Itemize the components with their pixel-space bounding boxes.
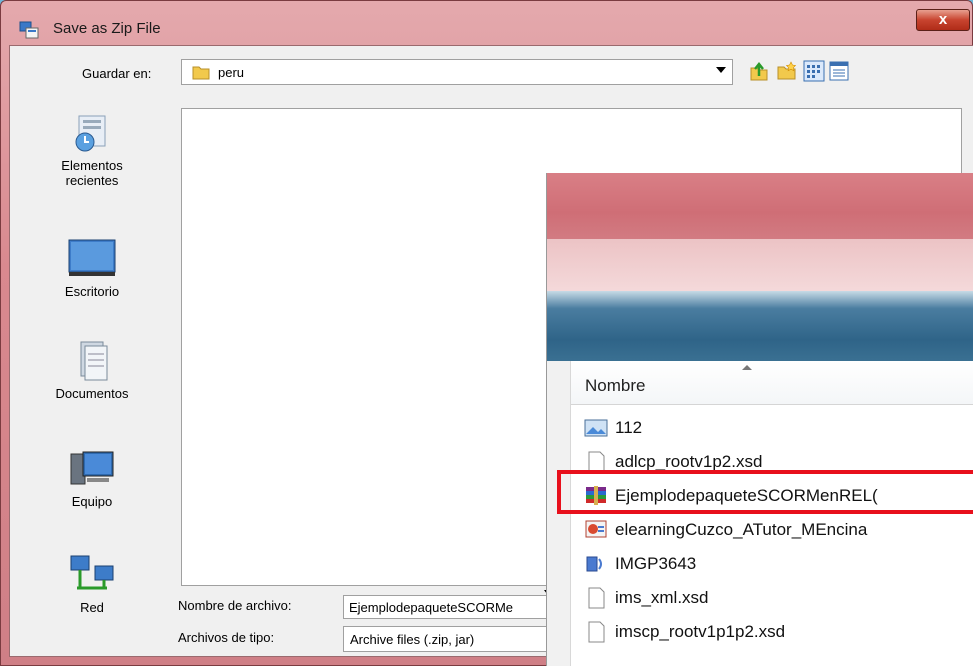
list-item[interactable]: ims_xml.xsd [571,581,973,615]
filename-input[interactable]: EjemplodepaqueteSCORMe [343,595,553,619]
folder-icon [192,66,210,80]
overlay-title-band [547,173,973,239]
place-documents-label: Documentos [55,386,129,401]
list-item[interactable]: elearningCuzco_ATutor_MEncina [571,513,973,547]
overlay-menu-band [547,239,973,291]
close-button[interactable]: x [916,9,970,31]
place-desktop-label: Escritorio [64,284,120,299]
place-documents[interactable]: Documentos [10,338,174,401]
places-bar: Elementos recientes Escritorio Documento… [10,98,174,658]
computer-icon [70,451,114,485]
file-name: adlcp_rootv1p2.xsd [615,452,763,471]
title-bar[interactable]: Save as Zip File x [1,1,973,45]
place-recent-label-1: Elementos [61,158,123,173]
filetype-label: Archivos de tipo: [178,630,275,645]
list-item[interactable]: adlcp_rootv1p2.xsd [571,445,973,479]
place-network-label: Red [80,600,104,615]
file-name: ims_xml.xsd [615,588,709,607]
documents-icon [80,341,108,381]
window-title: Save as Zip File [53,20,161,37]
overlay-nav-pane [547,361,571,666]
place-computer[interactable]: Equipo [10,446,174,509]
up-folder-icon[interactable] [748,60,770,82]
list-item[interactable]: IMGP3643 [571,547,973,581]
sort-ascending-icon [742,365,752,370]
filetype-dropdown[interactable]: Archive files (.zip, jar) [343,626,561,652]
network-icon [70,555,114,590]
file-name: EjemplodepaqueteSCORMenREL( [615,486,878,505]
new-folder-icon[interactable] [776,60,798,82]
explorer-overlay: Nombre 112 adlcp_rootv1p2.xsd Ejemplodep… [546,173,973,666]
place-recent[interactable]: Elementos recientes [10,110,174,188]
desktop-icon [68,239,116,276]
image-icon [584,419,608,437]
list-item[interactable]: 112 [571,411,973,445]
place-computer-label: Equipo [71,494,113,509]
place-recent-label-2: recientes [65,173,119,188]
winrar-archive-icon [586,486,606,505]
list-item[interactable]: imscp_rootv1p1p2.xsd [571,615,973,649]
filename-label: Nombre de archivo: [178,598,292,613]
details-view-icon[interactable] [828,60,850,82]
recent-items-icon [75,115,106,152]
document-icon [588,621,605,643]
overlay-toolbar-band [547,291,973,361]
media-icon [586,556,602,572]
list-item[interactable]: EjemplodepaqueteSCORMenREL( [571,479,973,513]
save-in-label: Guardar en: [82,66,152,81]
file-name: IMGP3643 [615,554,697,573]
list-view-icon[interactable] [803,60,825,82]
document-icon [588,451,605,473]
file-name: imscp_rootv1p1p2.xsd [615,622,786,641]
save-in-dropdown[interactable]: peru [181,59,733,85]
place-desktop[interactable]: Escritorio [10,236,174,299]
column-header-name[interactable]: Nombre [571,361,973,405]
app-icon [19,21,39,39]
document-icon [588,587,605,609]
save-in-value: peru [218,65,245,80]
file-name: 112 [615,418,643,437]
column-header-label: Nombre [585,376,646,395]
file-name: elearningCuzco_ATutor_MEncina [615,520,868,539]
presentation-icon [585,520,607,538]
chevron-down-icon[interactable] [716,67,726,73]
place-network[interactable]: Red [10,552,174,615]
